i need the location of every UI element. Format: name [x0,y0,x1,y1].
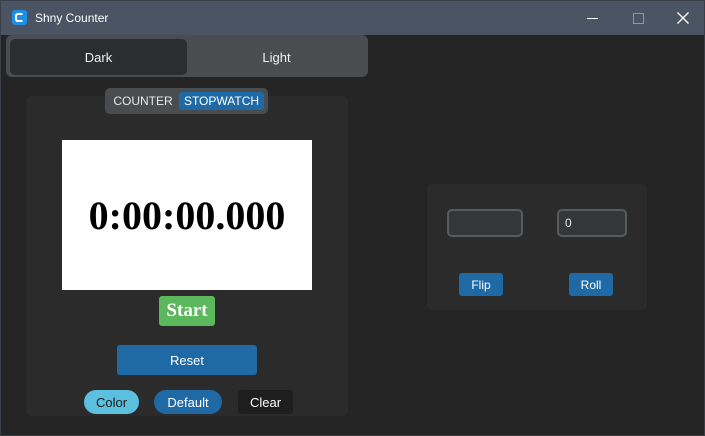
maximize-icon [632,12,644,24]
reset-button[interactable]: Reset [117,345,257,375]
flip-button[interactable]: Flip [459,273,503,296]
mode-option-counter[interactable]: COUNTER [109,92,177,110]
window-title: Shny Counter [35,11,109,25]
roll-result-field[interactable]: 0 [557,209,627,237]
mode-segmented-control: COUNTER STOPWATCH [105,88,268,114]
stopwatch-display: 0:00:00.000 [62,140,312,290]
minimize-icon [586,17,598,19]
theme-option-light[interactable]: Light [189,39,364,75]
theme-segmented-control: Dark Light [6,35,368,77]
start-button[interactable]: Start [159,296,215,326]
flip-result-field[interactable] [447,209,523,237]
close-button[interactable] [660,1,705,35]
minimize-button[interactable] [569,1,615,35]
default-button[interactable]: Default [154,390,222,414]
clear-button[interactable]: Clear [238,390,293,414]
mode-option-stopwatch[interactable]: STOPWATCH [179,92,264,110]
app-window: Shny Counter Dark Light COUNTER STOPWATC… [0,0,705,436]
title-bar[interactable]: Shny Counter [1,1,704,35]
theme-option-dark[interactable]: Dark [10,39,187,75]
color-button[interactable]: Color [84,390,139,414]
stopwatch-time: 0:00:00.000 [88,192,286,238]
app-logo-icon [12,10,27,25]
close-icon [677,12,689,24]
maximize-button[interactable] [615,1,661,35]
roll-button[interactable]: Roll [569,273,613,296]
